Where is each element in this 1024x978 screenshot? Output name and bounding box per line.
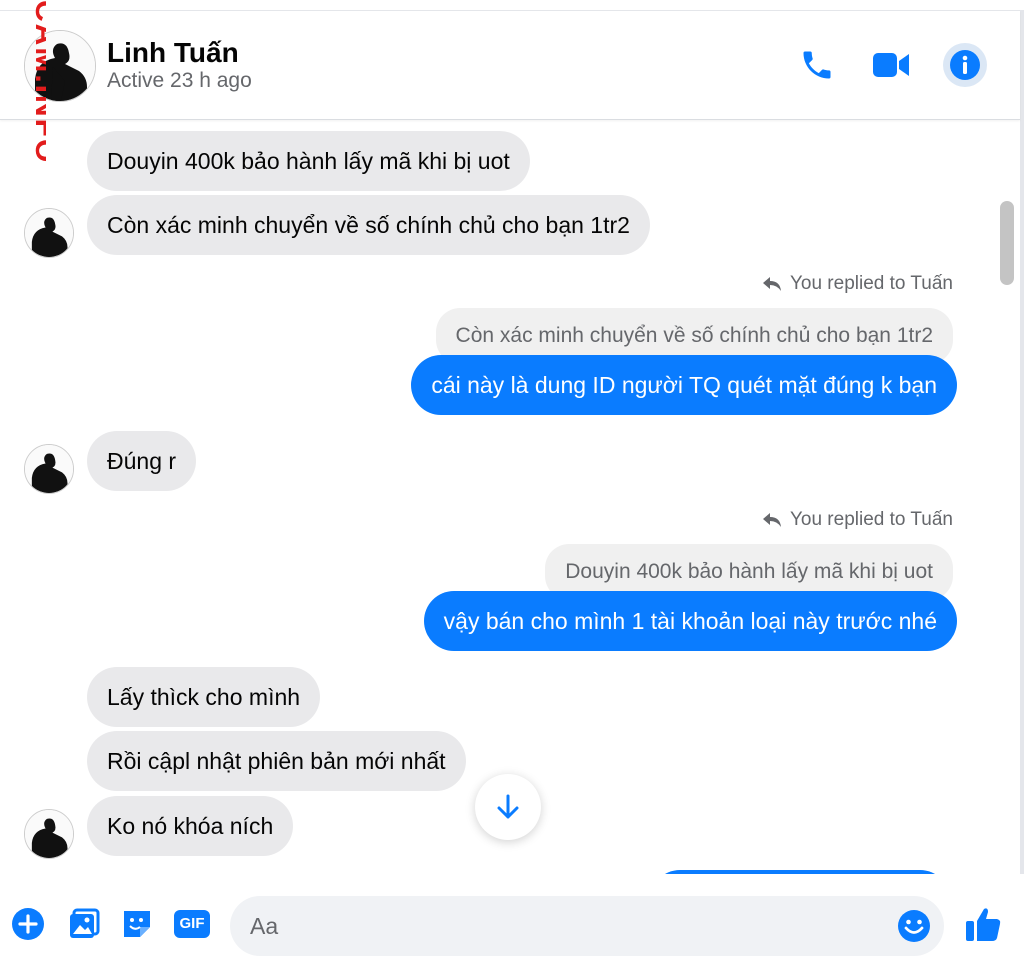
- attach-photo-button[interactable]: [66, 906, 102, 942]
- conversation-info-button[interactable]: [943, 43, 987, 87]
- message-incoming[interactable]: Lấy thìck cho mình: [87, 667, 321, 727]
- gif-button[interactable]: GIF: [172, 906, 212, 942]
- add-icon: [12, 908, 44, 940]
- photo-icon: [70, 908, 100, 938]
- message-outgoing[interactable]: cái này là dung ID người TQ quét mặt đún…: [411, 355, 957, 415]
- message-incoming[interactable]: Ko nó khóa ních: [87, 796, 294, 856]
- message-incoming[interactable]: Đúng r: [87, 431, 197, 491]
- scrollbar-thumb[interactable]: [1000, 201, 1014, 285]
- window-right-border: [1020, 10, 1024, 880]
- emoji-button[interactable]: [896, 908, 932, 944]
- more-actions-button[interactable]: [10, 906, 46, 942]
- reply-arrow-icon: [762, 513, 781, 527]
- avatar-silhouette-icon: [25, 810, 73, 858]
- message-outgoing[interactable]: vậy bán cho mình 1 tài khoản loại này tr…: [423, 591, 957, 651]
- watermark-logo: CAM.INFO: [29, 0, 46, 164]
- reply-arrow-icon: [762, 277, 781, 291]
- reply-label: You replied to Tuấn: [789, 273, 953, 294]
- message-input[interactable]: [230, 896, 944, 956]
- contact-name: Linh Tuấn: [107, 37, 239, 68]
- emoji-icon: [898, 910, 930, 942]
- active-status: Active 23 h ago: [107, 69, 252, 92]
- reply-indicator: You replied to Tuấn: [762, 273, 953, 295]
- sender-avatar[interactable]: [24, 208, 74, 258]
- thumbs-up-icon: [966, 908, 1001, 941]
- reply-indicator: You replied to Tuấn: [762, 509, 953, 531]
- call-button[interactable]: [795, 43, 839, 87]
- avatar-silhouette-icon: [25, 445, 73, 493]
- thumbs-up-button[interactable]: [963, 904, 1003, 944]
- svg-text:CAM.INFO: CAM.INFO: [29, 0, 46, 164]
- sticker-icon: [124, 911, 150, 937]
- video-call-button[interactable]: [869, 43, 913, 87]
- sticker-button[interactable]: [119, 906, 155, 942]
- gif-label: GIF: [179, 915, 205, 932]
- avatar-silhouette-icon: [25, 209, 73, 257]
- scroll-to-bottom-button[interactable]: [475, 774, 541, 840]
- arrow-down-icon: [497, 794, 519, 819]
- video-camera-icon: [873, 53, 909, 77]
- info-icon: [950, 50, 980, 80]
- message-incoming[interactable]: Rồi cậpl nhật phiên bản mới nhất: [87, 731, 466, 791]
- conversation-header: Linh Tuấn Active 23 h ago: [0, 11, 1020, 120]
- sender-avatar[interactable]: [24, 809, 74, 859]
- message-incoming[interactable]: Douyin 400k bảo hành lấy mã khi bị uot: [87, 131, 530, 191]
- message-incoming[interactable]: Còn xác minh chuyển về số chính chủ cho …: [87, 195, 650, 255]
- sender-avatar[interactable]: [24, 444, 74, 494]
- phone-icon: [803, 51, 831, 79]
- message-composer: GIF: [0, 874, 1024, 978]
- reply-label: You replied to Tuấn: [789, 509, 953, 530]
